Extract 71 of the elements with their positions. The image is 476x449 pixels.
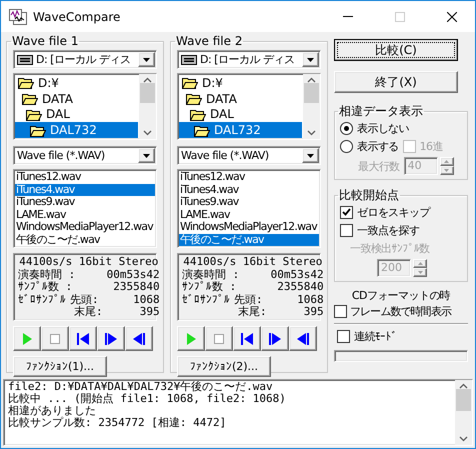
info-value: 2355840 [112,281,160,294]
file-item[interactable]: iTunes12.wav [15,171,155,184]
action-button[interactable]: 終了(X) [334,71,458,93]
info-value: 1068 [132,294,160,306]
function-button[interactable]: ﾌｧﾝｸｼｮﾝ(1)... [13,356,107,377]
field-label: 最大行数 [358,158,400,174]
field-label: 一致検出ｻﾝﾌﾟﾙ数 [350,240,430,256]
file-item[interactable]: iTunes4.wav [179,184,319,196]
file-item[interactable]: 午後のこ〜だ.wav [15,234,155,246]
format-text: 44100s/s 16bit Stereo [18,256,160,268]
folder-item[interactable]: DAL732 [179,122,302,138]
info-value: 395 [138,306,160,318]
file-item[interactable]: iTunes4.wav [15,184,155,196]
checkbox-label: 16進 [420,138,443,154]
checkbox-label: 一致点を探す [357,222,420,238]
info-value: 1068 [296,294,324,306]
file-type-dropdown[interactable]: Wave file (*.WAV) [177,146,321,165]
folder-item[interactable]: DATA [15,90,138,106]
info-label: 先頭: [70,294,99,306]
info-label: 末尾: [237,306,267,318]
radio-label: 表示しない [357,120,410,136]
file-item[interactable]: WindowsMediaPlayer12.wav [15,221,155,234]
file-item[interactable]: LAME.wav [179,208,319,221]
log-line: 相違がありました [8,405,97,417]
info-label: ｻﾝﾌﾟﾙ数 : [182,281,238,294]
checkbox-label: ゼロをスキップ [357,204,430,220]
info-label: 先頭: [234,294,263,306]
checkbox-label: 連続ﾓｰﾄﾞ [354,328,398,344]
log-line: 比較サンプル数: 2354772 [相違: 4472] [8,417,228,429]
info-value: 2355840 [276,281,324,294]
log-line: 比較中 ... (開始点 file1: 1068, file2: 1068) [8,393,287,405]
info-label: 演奏時間 : [18,268,76,281]
file-item[interactable]: iTunes12.wav [179,171,319,184]
radio-label: 表示する [357,138,399,154]
file-item[interactable]: iTunes9.wav [15,196,155,208]
folder-item[interactable]: DAL [15,106,138,122]
folder-list[interactable]: D:¥ DATA DAL DAL732 [13,73,157,140]
info-label: ｾﾞﾛｻﾝﾌﾟﾙ [18,294,66,306]
file-item[interactable]: 午後のこ〜だ.wav [179,234,319,246]
folder-item[interactable]: DAL732 [15,122,138,138]
drive-dropdown[interactable]: D: [ローカル ディス [177,50,321,69]
info-value: 00m53s42 [270,268,324,281]
group-title: 相違データ表示 [338,103,424,120]
folder-item[interactable]: DATA [179,90,302,106]
info-value: 00m53s42 [106,268,160,281]
file-list[interactable]: iTunes12.wav iTunes4.wav iTunes9.wav LAME.wav WindowsMediaPlayer12.wav 午後のこ〜だ.wav [177,169,321,248]
format-text: 44100s/s 16bit Stereo [182,256,324,268]
file-list[interactable]: iTunes12.wav iTunes4.wav iTunes9.wav LAME.wav WindowsMediaPlayer12.wav 午後のこ〜だ.wav [13,169,157,248]
info-value: 395 [302,306,324,318]
action-button[interactable]: 比較(C) [334,39,458,61]
file-type-dropdown[interactable]: Wave file (*.WAV) [13,146,157,165]
info-label: ｻﾝﾌﾟﾙ数 : [18,281,74,294]
file-item[interactable]: LAME.wav [15,208,155,221]
log-line: file2: D:¥DATA¥DAL¥DAL732¥午後のこ〜だ.wav [8,381,274,393]
folder-item[interactable]: D:¥ [15,75,138,91]
group-title: Wave file 1 [11,34,80,48]
caption-text: CDフォーマットの時 [352,288,450,302]
checkbox-label: フレーム数で時間表示 [350,304,452,318]
folder-list[interactable]: D:¥ DATA DAL DAL732 [177,73,321,140]
drive-dropdown[interactable]: D: [ローカル ディス [13,50,157,69]
folder-item[interactable]: DAL [179,106,302,122]
info-label: 演奏時間 : [182,268,240,281]
info-label: ｾﾞﾛｻﾝﾌﾟﾙ [182,294,230,306]
window-title: WaveCompare [33,10,122,24]
group-title: 比較開始点 [338,187,400,204]
function-button[interactable]: ﾌｧﾝｸｼｮﾝ(2)... [177,356,271,377]
file-item[interactable]: WindowsMediaPlayer12.wav [179,221,319,234]
group-title: Wave file 2 [175,34,244,48]
folder-item[interactable]: D:¥ [179,75,302,91]
info-label: 末尾: [73,306,103,318]
file-item[interactable]: iTunes9.wav [179,196,319,208]
